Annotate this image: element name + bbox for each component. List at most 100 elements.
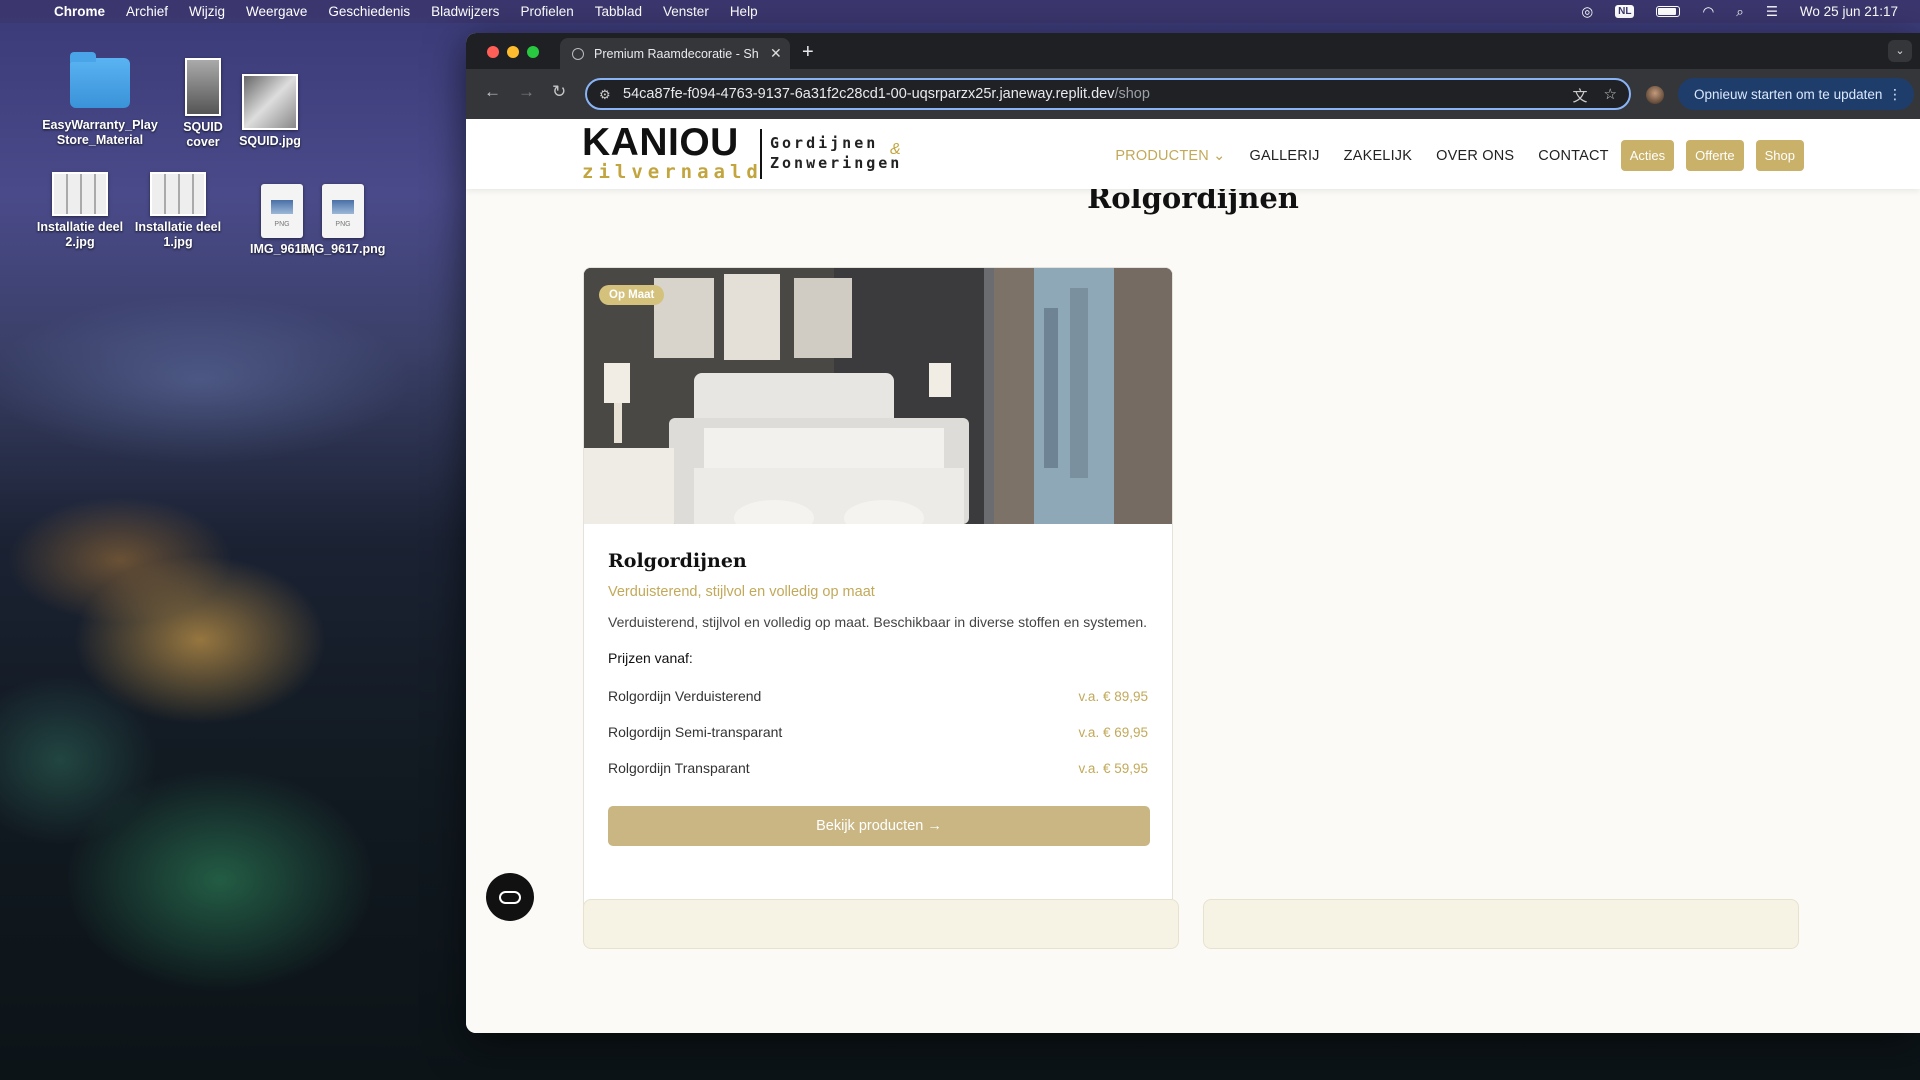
menubar-clock[interactable]: Wo 25 jun 21:17	[1800, 4, 1898, 19]
more-options-icon[interactable]: ⋮	[1888, 86, 1902, 103]
bookmark-star-icon[interactable]: ☆	[1604, 85, 1617, 106]
logo-sub: zilvernaald	[582, 161, 763, 183]
png-file-icon: PNG	[322, 184, 364, 238]
desktop-icon-installatie-2[interactable]: Installatie deel 2.jpg	[30, 172, 130, 250]
logo-brand: KANIOU	[582, 121, 739, 164]
logo-divider	[760, 129, 762, 179]
zoom-window-button[interactable]	[527, 46, 539, 58]
desktop-icon-label: Installatie deel 2.jpg	[36, 220, 124, 249]
tab-title: Premium Raamdecoratie - Sh	[594, 46, 759, 61]
nav-contact[interactable]: CONTACT	[1538, 148, 1608, 164]
card-title: Rolgordijnen	[608, 550, 747, 572]
shop-button[interactable]: Shop	[1755, 140, 1804, 171]
menu-weergave[interactable]: Weergave	[246, 4, 307, 19]
prices-heading: Prijzen vanaf:	[608, 650, 693, 666]
update-chrome-button[interactable]: Opnieuw starten om te updaten ⋮	[1678, 78, 1914, 110]
logo-tagline-line1: Gordijnen	[770, 134, 879, 152]
price-row-price: v.a. € 69,95	[1078, 724, 1148, 740]
tab-strip: Premium Raamdecoratie - Sh ✕ + ⌄	[466, 33, 1920, 69]
menu-archief[interactable]: Archief	[126, 4, 168, 19]
price-row-price: v.a. € 59,95	[1078, 760, 1148, 776]
menu-bladwijzers[interactable]: Bladwijzers	[431, 4, 499, 19]
wifi-icon[interactable]: ◠	[1702, 4, 1714, 20]
menu-help[interactable]: Help	[730, 4, 758, 19]
control-center-icon[interactable]: ☰	[1766, 4, 1778, 20]
price-row-name: Rolgordijn Verduisterend	[608, 688, 762, 704]
op-maat-badge: Op Maat	[599, 285, 665, 305]
close-tab-icon[interactable]: ✕	[770, 45, 782, 62]
battery-icon[interactable]	[1656, 6, 1681, 17]
close-window-button[interactable]	[487, 46, 499, 58]
chat-icon	[499, 890, 521, 904]
price-row: Rolgordijn Transparant v.a. € 59,95	[608, 750, 1148, 786]
reload-icon[interactable]: ↻	[552, 82, 566, 102]
logo-ampersand: &	[890, 141, 901, 158]
image-thumbnail-icon	[52, 172, 108, 216]
logo-tagline-line2: Zonweringen	[770, 154, 903, 172]
globe-icon	[572, 47, 584, 60]
folder-icon	[70, 52, 130, 108]
desktop-icon-label: IMG_9617.png	[300, 242, 386, 256]
product-card-placeholder	[1203, 899, 1799, 949]
price-row-name: Rolgordijn Semi-transparant	[608, 724, 783, 740]
browser-tab[interactable]: Premium Raamdecoratie - Sh ✕	[560, 38, 790, 69]
desktop-icon-label: Installatie deel 1.jpg	[134, 220, 222, 249]
chat-widget-button[interactable]	[486, 873, 534, 921]
nav-zakelijk[interactable]: ZAKELIJK	[1344, 148, 1413, 164]
menu-profielen[interactable]: Profielen	[520, 4, 573, 19]
site-header: KANIOU zilvernaald Gordijnen Zonweringen…	[466, 119, 1920, 189]
card-subtitle: Verduisterend, stijlvol en volledig op m…	[608, 584, 875, 600]
url-path: /shop	[1114, 86, 1150, 102]
browser-toolbar: ← → ↻ ⚙ 54ca87fe-f094-4763-9137-6a31f2c2…	[466, 69, 1920, 119]
forward-arrow-icon[interactable]: →	[518, 82, 535, 102]
desktop-icon-installatie-1[interactable]: Installatie deel 1.jpg	[128, 172, 228, 250]
desktop-icon-squid-jpg[interactable]: SQUID.jpg	[230, 74, 310, 149]
url-host: 54ca87fe-f094-4763-9137-6a31f2c28cd1-00-…	[623, 86, 1115, 102]
spotlight-search-icon[interactable]: ⌕	[1736, 4, 1744, 20]
menu-tabblad[interactable]: Tabblad	[595, 4, 642, 19]
nav-gallerij[interactable]: GALLERIJ	[1250, 148, 1320, 164]
browser-window: Premium Raamdecoratie - Sh ✕ + ⌄ ← → ↻ ⚙…	[466, 33, 1920, 1033]
focus-icon[interactable]: ◎	[1581, 4, 1593, 20]
update-button-label: Opnieuw starten om te updaten	[1694, 86, 1883, 102]
menu-bar: Chrome Archief Wijzig Weergave Geschiede…	[0, 0, 1920, 23]
image-thumbnail-icon	[242, 74, 298, 130]
menu-geschiedenis[interactable]: Geschiedenis	[328, 4, 410, 19]
card-description: Verduisterend, stijlvol en volledig op m…	[608, 614, 1148, 630]
input-source-indicator[interactable]: NL	[1615, 5, 1635, 18]
acties-button[interactable]: Acties	[1620, 140, 1675, 171]
desktop-icon-label: SQUID.jpg	[239, 134, 301, 148]
bekijk-producten-button[interactable]: Bekijk producten →	[608, 806, 1150, 846]
new-tab-button[interactable]: +	[802, 41, 814, 64]
menu-venster[interactable]: Venster	[663, 4, 709, 19]
price-row-name: Rolgordijn Transparant	[608, 760, 750, 776]
profile-avatar[interactable]	[1646, 86, 1664, 104]
back-arrow-icon[interactable]: ←	[484, 82, 501, 102]
product-photo: Op Maat	[584, 268, 1172, 524]
desktop-icon-label: EasyWarranty_PlayStore_Material	[42, 118, 158, 147]
site-settings-icon[interactable]: ⚙	[599, 87, 611, 103]
nav-over-ons[interactable]: OVER ONS	[1436, 148, 1514, 164]
product-card: Op Maat Rolgordijnen Verduisterend, stij…	[583, 267, 1173, 917]
address-bar[interactable]: ⚙ 54ca87fe-f094-4763-9137-6a31f2c28cd1-0…	[585, 78, 1631, 110]
logo-tagline: Gordijnen Zonweringen	[770, 133, 902, 173]
price-row: Rolgordijn Semi-transparant v.a. € 69,95	[608, 714, 1148, 750]
menu-app-chrome[interactable]: Chrome	[54, 4, 105, 19]
minimize-window-button[interactable]	[507, 46, 519, 58]
offerte-button[interactable]: Offerte	[1686, 140, 1744, 171]
site-logo[interactable]: KANIOU zilvernaald Gordijnen Zonweringen…	[582, 121, 901, 185]
image-thumbnail-icon	[185, 58, 221, 116]
web-page: KANIOU zilvernaald Gordijnen Zonweringen…	[466, 119, 1920, 1033]
desktop-icon-img-9617[interactable]: PNG IMG_9617.png	[288, 184, 398, 257]
desktop-icon-squid-cover[interactable]: SQUID cover	[168, 58, 238, 150]
image-thumbnail-icon	[150, 172, 206, 216]
tab-search-chevron-icon[interactable]: ⌄	[1888, 40, 1912, 62]
main-navigation: PRODUCTEN ⌄ GALLERIJ ZAKELIJK OVER ONS C…	[1091, 140, 1804, 171]
nav-producten[interactable]: PRODUCTEN ⌄	[1115, 148, 1225, 164]
bedroom-image	[584, 268, 1172, 524]
translate-icon[interactable]: 文	[1573, 85, 1588, 106]
product-card-placeholder	[583, 899, 1179, 949]
desktop-icon-easywarranty[interactable]: EasyWarranty_PlayStore_Material	[40, 52, 160, 148]
menu-wijzig[interactable]: Wijzig	[189, 4, 225, 19]
price-row-price: v.a. € 89,95	[1078, 688, 1148, 704]
